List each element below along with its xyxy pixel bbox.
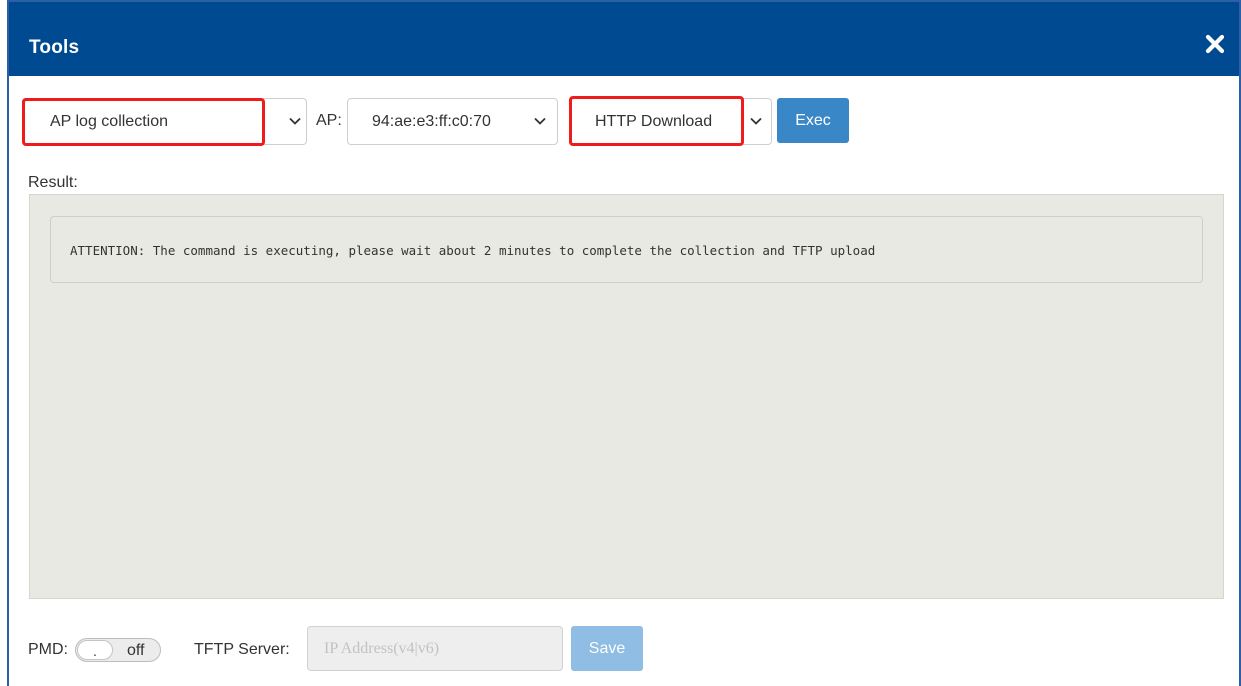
ap-select-value: 94:ae:e3:ff:c0:70 bbox=[372, 113, 491, 130]
dialog-title: Tools bbox=[29, 37, 80, 58]
ap-select[interactable]: 94:ae:e3:ff:c0:70 bbox=[347, 98, 558, 145]
exec-button[interactable]: Exec bbox=[777, 98, 849, 143]
toggle-knob-dot: . bbox=[93, 643, 97, 659]
tool-select-value: AP log collection bbox=[50, 113, 168, 130]
tools-dialog: Tools AP log collection AP: 94:ae:e3:ff:… bbox=[7, 0, 1241, 686]
toggle-state: off bbox=[127, 642, 145, 659]
dialog-header: Tools bbox=[9, 2, 1239, 76]
result-area: ATTENTION: The command is executing, ple… bbox=[29, 194, 1224, 599]
result-message-box: ATTENTION: The command is executing, ple… bbox=[50, 216, 1203, 283]
method-select[interactable]: HTTP Download bbox=[569, 98, 772, 145]
tool-select[interactable]: AP log collection bbox=[22, 98, 307, 145]
save-button[interactable]: Save bbox=[571, 626, 643, 671]
chevron-down-icon bbox=[289, 117, 301, 125]
chevron-down-icon bbox=[750, 117, 762, 125]
pmd-toggle[interactable]: . off bbox=[75, 638, 161, 662]
tftp-server-label: TFTP Server: bbox=[194, 641, 290, 658]
pmd-label: PMD: bbox=[28, 641, 68, 658]
result-label: Result: bbox=[28, 174, 78, 191]
close-icon[interactable] bbox=[1203, 32, 1227, 56]
method-select-value: HTTP Download bbox=[595, 113, 713, 130]
chevron-down-icon bbox=[534, 117, 546, 125]
toggle-knob: . bbox=[77, 640, 113, 660]
ap-label: AP: bbox=[316, 112, 342, 129]
result-message: ATTENTION: The command is executing, ple… bbox=[70, 243, 876, 258]
tftp-server-input[interactable] bbox=[307, 626, 563, 671]
